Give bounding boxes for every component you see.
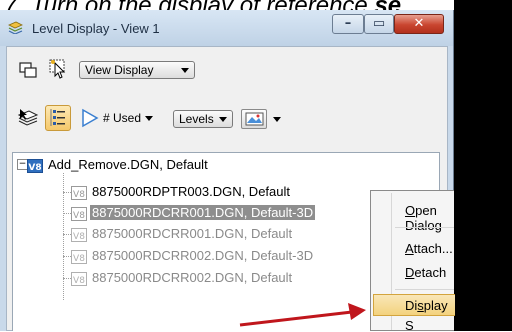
v8-file-icon: V8 [71,249,87,264]
tree-connector [63,234,71,235]
tree-connector [63,213,71,214]
maximize-icon: ▭ [372,16,386,31]
tree-item-label: 8875000RDCRR002.DGN, Default [92,270,293,285]
used-filter-label: # Used [103,111,142,125]
chevron-down-icon [145,116,154,122]
tree-item-label: 8875000RDPTR003.DGN, Default [92,184,290,199]
view-display-dropdown[interactable]: View Display [79,61,195,79]
tree-item-label: 8875000RDCRR002.DGN, Default-3D [92,248,314,263]
tree-item-ref-2[interactable]: V8 8875000RDCRR001.DGN, Default-3D [71,203,316,222]
menu-item-text: Di [405,298,418,313]
chevron-down-icon [219,117,227,122]
tree-item-label: Add_Remove.DGN, Default [48,157,208,172]
menu-item-open-dialog[interactable]: Open Dialog [405,203,454,233]
chevron-down-icon [181,68,189,73]
svg-text:V8: V8 [73,254,85,264]
v8-file-icon: V8 [71,271,87,286]
list-view-toggle[interactable] [45,105,71,131]
v8-file-icon: V8 [71,227,87,242]
tree-item-label: 8875000RDCRR001.DGN, Default [92,226,293,241]
maximize-button[interactable]: ▭ [364,14,394,34]
level-manager-icon[interactable] [17,107,39,129]
menu-item-attach[interactable]: Attach... [405,241,453,256]
tree-item-label: 8875000RDCRR001.DGN, Default-3D [90,205,316,220]
menu-item-text: etach [414,265,447,280]
tree-connector [63,256,71,257]
menu-item-text: ttach... [413,241,453,256]
window-title: Level Display - View 1 [32,21,160,36]
svg-text:V8: V8 [73,232,85,242]
context-menu: Open Dialog Attach... Detach Display S [370,190,455,332]
tree-item-ref-5[interactable]: V8 8875000RDCRR002.DGN, Default [71,268,294,287]
symbology-button[interactable] [241,109,267,129]
levels-label: Levels [179,112,214,126]
list-view-icon [50,109,65,126]
v8-file-icon: V8 [71,185,87,200]
levels-dropdown[interactable]: Levels [173,110,233,128]
svg-text:V8: V8 [28,163,41,173]
menu-item-mnemonic: O [405,203,416,218]
menu-item-text: play [423,298,448,313]
collapse-icon: − [18,159,27,169]
menu-item-detach[interactable]: Detach [405,265,446,280]
v8-file-icon: V8 [27,158,43,173]
symbology-dropdown[interactable] [273,117,281,122]
tree-item-ref-1[interactable]: V8 8875000RDPTR003.DGN, Default [71,182,292,201]
svg-text:V8: V8 [73,211,85,221]
svg-text:V8: V8 [73,190,85,200]
views-icon[interactable] [17,59,39,81]
close-icon: ✕ [413,16,425,31]
tree-item-ref-3[interactable]: V8 8875000RDCRR001.DGN, Default [71,224,294,243]
symbology-icon [245,112,264,126]
menu-item-mnemonic: D [405,265,415,280]
tree-connector [63,192,71,193]
menu-separator [395,289,454,290]
menu-separator [395,227,454,228]
level-display-icon [8,21,23,34]
background-area [454,0,512,331]
title-bar[interactable]: Level Display - View 1 – ▭ ✕ [0,10,453,46]
svg-text:V8: V8 [73,276,85,286]
used-filter-dropdown[interactable]: # Used [103,111,154,125]
minimize-icon: – [344,16,352,31]
close-button[interactable]: ✕ [394,14,444,34]
tree-root-item[interactable]: V8 Add_Remove.DGN, Default [27,155,210,174]
minimize-button[interactable]: – [332,14,364,34]
view-display-label: View Display [85,63,154,77]
menu-item-display[interactable]: Display [405,298,448,313]
tree-item-ref-4[interactable]: V8 8875000RDCRR002.DGN, Default-3D [71,246,315,265]
tree-connector [63,278,71,279]
menu-item-mnemonic: A [405,241,414,256]
menu-item-partial[interactable]: S [405,318,414,332]
v8-file-icon: V8 [71,206,87,221]
select-view-icon[interactable] [47,57,69,79]
filter-icon[interactable] [79,107,101,129]
